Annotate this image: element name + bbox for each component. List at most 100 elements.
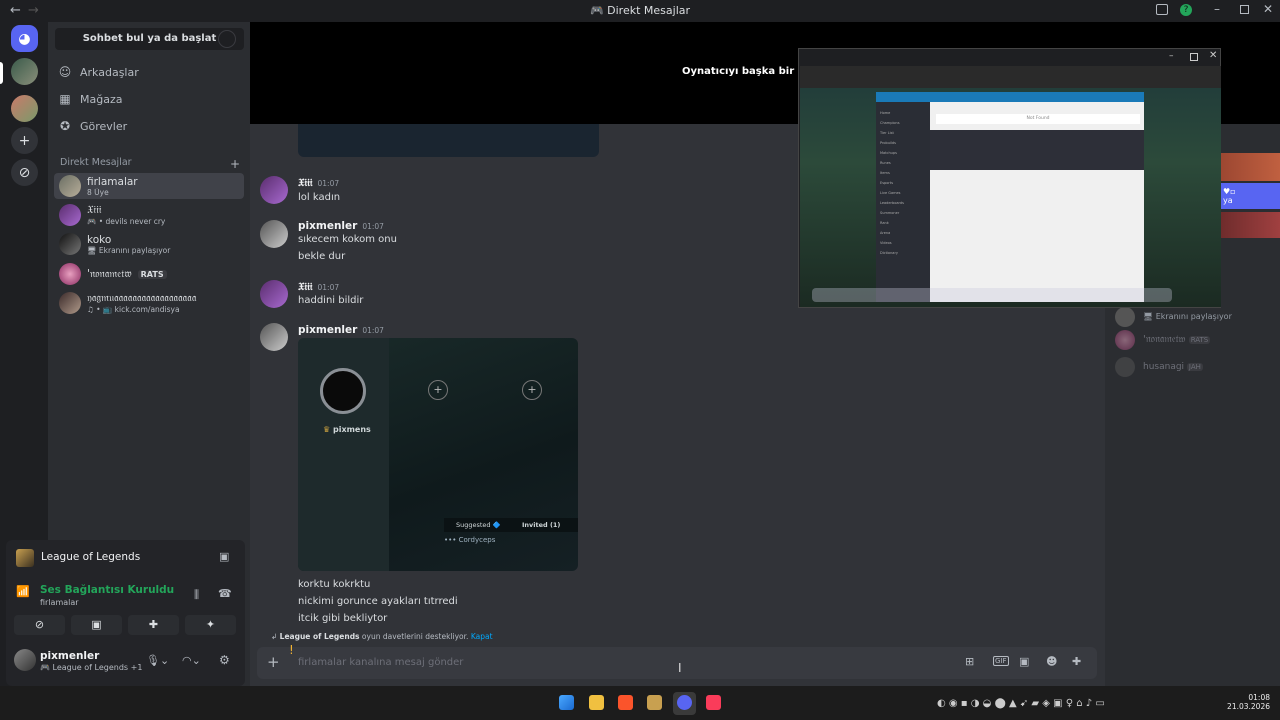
dm-item[interactable]: firlamalar 8 Üye	[54, 173, 244, 199]
discord-taskbar-icon[interactable]	[677, 695, 692, 710]
discord-home-icon[interactable]: ◕	[11, 25, 38, 52]
guild-tag: RATS	[1188, 336, 1211, 344]
avatar[interactable]	[260, 280, 288, 308]
sticker-icon[interactable]: ▣	[1019, 655, 1029, 668]
message-header: 𝔛𝔦𝔦𝔦 01:07	[298, 281, 339, 294]
nav-shop[interactable]: ▦ Mağaza	[58, 88, 238, 110]
noise-suppression-icon[interactable]: ⫼	[194, 588, 199, 602]
microphone-icon[interactable]: 🎙⌄	[146, 654, 169, 667]
member-item[interactable]: husanagi JAH	[1143, 362, 1203, 372]
message-author[interactable]: 𝔛𝔦𝔦𝔦	[298, 177, 313, 189]
gif-icon[interactable]: GIF	[993, 656, 1009, 666]
tray-icons[interactable]: ◐ ◉ ▪ ◑ ◒ ⬤ ▲ ➹ ▰ ◈ ▣ ♀ ⌂ ♪ ▭	[937, 698, 1105, 709]
site-menu-item: Rank	[880, 221, 889, 225]
nav-quests[interactable]: ✪ Görevler	[58, 115, 238, 137]
server-indicator	[0, 62, 3, 84]
shared-screen: Home Champions Tier List Probuilds Matchups R…	[800, 66, 1221, 307]
title-bar: ← → 🎮 Direkt Mesajlar ? – ✕	[0, 0, 1280, 22]
cursor-icon: !	[289, 643, 294, 657]
server-avatar[interactable]	[11, 95, 38, 122]
summoner-icon	[320, 368, 366, 414]
avatar[interactable]	[260, 220, 288, 248]
browser-page: Home Champions Tier List Probuilds Matchups R…	[876, 92, 1144, 302]
message-author[interactable]: 𝔛𝔦𝔦𝔦	[298, 281, 313, 293]
game-invite-image[interactable]: ♛ pixmens + + Suggested 🔷 Invited (1) ••…	[298, 338, 578, 571]
discover-icon[interactable]: ⊘	[11, 159, 38, 186]
disconnect-icon[interactable]: ☎	[218, 587, 232, 600]
popup-close-icon[interactable]: ✕	[1209, 50, 1217, 61]
settings-gear-icon[interactable]: ⚙	[219, 653, 230, 667]
popout-stream-window[interactable]: – ✕ Home Champions Tier List Probuilds Match…	[798, 48, 1221, 308]
add-dm-button[interactable]: +	[230, 157, 240, 171]
gift-icon[interactable]: ⊞	[965, 655, 974, 668]
camera-off-button[interactable]: ⊘	[14, 615, 65, 635]
dm-item[interactable]: koko 🖥 Ekranını paylaşıyor	[54, 231, 244, 257]
site-sidebar: Home Champions Tier List Probuilds Matchups R…	[876, 102, 930, 302]
file-explorer-icon[interactable]	[589, 695, 604, 710]
add-server-icon[interactable]: +	[11, 127, 38, 154]
maximize-icon[interactable]	[1240, 5, 1249, 14]
avatar[interactable]	[1115, 330, 1135, 350]
user-avatar[interactable]	[14, 649, 36, 671]
suggested-item: ••• Cordyceps	[444, 536, 496, 544]
add-attachment-icon[interactable]: +	[267, 653, 280, 671]
user-name[interactable]: pixmenler	[40, 650, 99, 662]
soundboard-icon: ✦	[205, 618, 216, 631]
avatar[interactable]	[260, 176, 288, 204]
prev-embed	[298, 124, 599, 157]
activities-button[interactable]: ✚	[128, 615, 179, 635]
close-link[interactable]: Kapat	[471, 632, 493, 641]
dm-header-label: Direkt Mesajlar	[60, 157, 132, 168]
nav-friends[interactable]: ☺ Arkadaşlar	[58, 61, 238, 83]
avatar[interactable]	[260, 323, 288, 351]
brave-browser-icon[interactable]	[618, 695, 633, 710]
site-footer	[930, 130, 1144, 170]
headphones-icon[interactable]: ◠⌄	[182, 654, 201, 667]
site-menu-item: Dictionary	[880, 251, 898, 255]
dm-sub: 8 Üye	[87, 187, 109, 197]
minimize-icon[interactable]: –	[1214, 2, 1220, 16]
message-input[interactable]: firlamalar kanalına mesaj gönder	[298, 657, 463, 668]
message-author[interactable]: pixmenler	[298, 324, 357, 336]
message-text: itcik gibi bekliytor	[298, 613, 388, 624]
popup-maximize-icon[interactable]	[1190, 53, 1198, 61]
league-client-icon[interactable]	[647, 695, 662, 710]
avatar	[59, 233, 81, 255]
help-icon[interactable]: ?	[1180, 4, 1192, 16]
dm-item[interactable]: 𝔛𝔦𝔦𝔦 🎮 • devils never cry	[54, 202, 244, 228]
quests-icon: ✪	[59, 119, 71, 133]
music-app-icon[interactable]	[706, 695, 721, 710]
server-avatar[interactable]	[11, 58, 38, 85]
clock[interactable]: 01:08 21.03.2026	[1226, 693, 1270, 711]
dm-item[interactable]: '𝔫𝔬𝔫𝔞𝔪𝔢𝔱𝔴 RATS	[54, 261, 244, 287]
avatar[interactable]	[1115, 357, 1135, 377]
voice-status[interactable]: Ses Bağlantısı Kuruldu	[40, 584, 174, 596]
guild-tag: JAH	[1186, 363, 1203, 371]
emoji-icon[interactable]: ☻	[1046, 655, 1057, 668]
soundboard-button[interactable]: ✦	[185, 615, 236, 635]
inbox-icon[interactable]	[1156, 4, 1168, 15]
close-icon[interactable]: ✕	[1263, 2, 1273, 16]
apps-icon[interactable]: ✚	[1072, 655, 1081, 668]
message-text: sıkecem kokom onu	[298, 234, 397, 245]
message-author[interactable]: pixmenler	[298, 220, 357, 232]
popup-minimize-icon[interactable]: –	[1169, 51, 1174, 61]
voice-channel[interactable]: firlamalar	[40, 598, 79, 607]
search-input[interactable]: Sohbet bul ya da başlat	[55, 28, 244, 50]
clock-date: 21.03.2026	[1227, 702, 1270, 711]
site-menu-item: Probuilds	[880, 141, 896, 145]
site-menu-item: Live Games	[880, 191, 901, 195]
message-text: korktu kokrktu	[298, 579, 371, 590]
screen-share-button[interactable]: ▣	[71, 615, 122, 635]
site-menu: Home Champions Tier List Probuilds Matchups R…	[876, 102, 930, 264]
site-menu-item: Items	[880, 171, 890, 175]
dm-sub: ♫ • 📺 kick.com/andisya	[87, 305, 180, 314]
windows-start-icon[interactable]	[559, 695, 574, 710]
member-item[interactable]: '𝔫𝔬𝔫𝔞𝔪𝔢𝔱𝔴 RATS	[1143, 334, 1211, 345]
text-cursor-icon: I	[678, 661, 682, 675]
invite-note-game: League of Legends	[279, 632, 360, 641]
activity-screen-icon[interactable]: ▣	[219, 550, 229, 563]
nav-label: Arkadaşlar	[80, 65, 139, 79]
dm-item[interactable]: 𝔶𝔞𝔤𝔪𝔲𝔞𝔞𝔞𝔞𝔞𝔞𝔞𝔞𝔞𝔞𝔞𝔞𝔞𝔞𝔞𝔞𝔞𝔞 ♫ • 📺 kick.com/an…	[54, 290, 244, 316]
tab-invited: Invited (1)	[522, 521, 561, 529]
